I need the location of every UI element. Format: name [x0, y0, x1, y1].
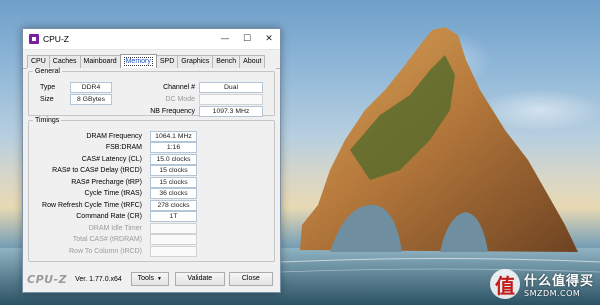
size-value: 8 GBytes [70, 93, 112, 105]
timing-value: 278 clocks [150, 199, 197, 211]
timing-value: 36 clocks [150, 188, 197, 199]
dc-mode-label: DC Mode [165, 95, 195, 103]
timing-label: RAS# to CAS# Delay (tRCD) [52, 167, 142, 174]
type-value: DDR4 [70, 81, 112, 93]
watermark-cn-text: 什么值得买 [523, 274, 594, 289]
tab-graphics[interactable]: Graphics [177, 55, 214, 68]
dropdown-arrow-icon: ▼ [157, 276, 162, 282]
timing-value: 15 clocks [150, 176, 197, 188]
tab-memory[interactable]: Memory [119, 54, 157, 69]
tab-spd[interactable]: SPD [155, 55, 179, 68]
maximize-button[interactable]: ☐ [236, 29, 258, 49]
timing-label: DRAM Idle Timer [88, 224, 142, 232]
tab-caches[interactable]: Caches [48, 55, 81, 68]
watermark-en-text: SMZDM.COM [523, 289, 581, 298]
timing-label: Command Rate (CR) [76, 213, 142, 220]
general-group: General Type DDR4 Size 8 GBytes Channel … [28, 68, 275, 117]
cpuz-window: CPU-Z — ☐ ✕ CPU Caches Mainboard Memory … [22, 28, 281, 293]
timing-label: Row To Column (tRCD) [69, 247, 142, 255]
smzdm-logo-icon: 值 [489, 269, 520, 299]
window-title: CPU-Z [43, 34, 69, 44]
close-button[interactable]: Close [228, 272, 273, 286]
channel-label: Channel # [163, 83, 195, 91]
minimize-button[interactable]: — [214, 29, 236, 49]
timings-legend: Timings [35, 117, 60, 124]
timing-label: Total CAS# (tRDRAM) [72, 236, 142, 243]
memory-panel: General Type DDR4 Size 8 GBytes Channel … [27, 68, 276, 262]
timing-value: 1064.1 MHz [150, 130, 197, 142]
dc-mode-value [199, 93, 263, 105]
timing-value [150, 234, 197, 245]
title-bar[interactable]: CPU-Z — ☐ ✕ [23, 29, 280, 50]
timing-value: 1T [150, 211, 197, 222]
nb-frequency-label: NB Frequency [150, 107, 195, 115]
tab-strip: CPU Caches Mainboard Memory SPD Graphics… [23, 53, 280, 69]
tab-about[interactable]: About [239, 55, 266, 68]
timing-label: FSB:DRAM [105, 144, 142, 151]
general-legend: General [35, 68, 60, 75]
tab-cpu[interactable]: CPU [27, 55, 50, 68]
footer-bar: CPU-Z Ver. 1.77.0.x64 Tools ▼ Validate C… [27, 270, 276, 288]
timing-value: 1:16 [150, 142, 197, 153]
smzdm-watermark: 值 什么值得买 SMZDM.COM [489, 269, 594, 299]
timing-label: DRAM Frequency [86, 132, 142, 140]
nb-frequency-value: 1097.3 MHz [199, 105, 263, 117]
tools-label: Tools [137, 275, 154, 282]
timing-value: 15.0 clocks [150, 153, 197, 165]
version-text: Ver. 1.77.0.x64 [75, 275, 122, 283]
timing-label: Cycle Time (tRAS) [84, 190, 142, 197]
cpuz-app-icon [29, 34, 39, 44]
validate-button[interactable]: Validate [174, 272, 225, 286]
tab-mainboard[interactable]: Mainboard [79, 55, 121, 68]
tools-button[interactable]: Tools ▼ [130, 272, 169, 286]
type-label: Type [40, 83, 56, 91]
timings-group: Timings DRAM Frequency 1064.1 MHz FSB:DR… [28, 117, 275, 262]
window-controls: — ☐ ✕ [214, 29, 280, 49]
timing-value [150, 245, 197, 257]
size-label: Size [40, 95, 54, 103]
timing-label: Row Refresh Cycle Time (tRFC) [42, 201, 142, 209]
timing-value [150, 222, 197, 234]
timing-label: RAS# Precharge (tRP) [71, 178, 142, 186]
channel-value: Dual [199, 81, 263, 93]
cpuz-brand-logo: CPU-Z [27, 272, 68, 286]
timing-value: 15 clocks [150, 165, 197, 176]
tab-bench[interactable]: Bench [212, 55, 241, 68]
close-window-button[interactable]: ✕ [258, 29, 280, 49]
timing-label: CAS# Latency (CL) [81, 155, 142, 163]
